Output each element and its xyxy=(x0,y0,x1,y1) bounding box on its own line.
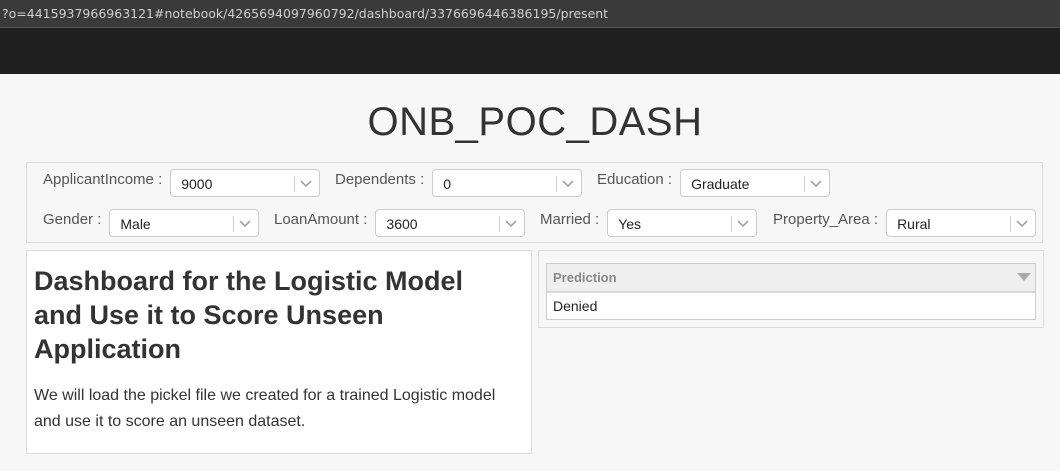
widget-married: Married : Yes xyxy=(540,209,758,237)
chevron-down-icon[interactable] xyxy=(300,178,312,188)
select-separator xyxy=(499,216,501,232)
widget-gender: Gender : Male xyxy=(43,209,260,237)
select-separator xyxy=(233,216,235,232)
markdown-panel: Dashboard for the Logistic Model and Use… xyxy=(26,250,532,454)
widget-label: Education : xyxy=(597,170,673,188)
column-header-prediction[interactable]: Prediction xyxy=(547,264,1035,293)
browser-url-bar[interactable]: ?o=4415937966963121#notebook/42656940979… xyxy=(0,0,1060,28)
chevron-down-icon[interactable] xyxy=(1016,218,1028,228)
chevron-down-icon[interactable] xyxy=(562,178,574,188)
widget-property-area: Property_Area : Rural xyxy=(773,209,1037,237)
results-table: Prediction Denied xyxy=(546,263,1036,320)
select-separator xyxy=(556,176,558,192)
select-separator xyxy=(294,176,296,192)
select-separator xyxy=(1010,216,1012,232)
widget-dependents: Dependents : 0 xyxy=(335,169,583,197)
column-header-label: Prediction xyxy=(553,270,617,285)
widget-label: Gender : xyxy=(43,210,102,228)
top-toolbar xyxy=(0,28,1060,74)
table-cell: Denied xyxy=(553,298,598,314)
chevron-down-icon[interactable] xyxy=(737,218,749,228)
select-value: Rural xyxy=(897,216,931,232)
widget-applicant-income: ApplicantIncome : 9000 xyxy=(43,169,321,197)
married-select[interactable]: Yes xyxy=(607,209,758,237)
select-value: Male xyxy=(120,216,151,232)
widget-label: Dependents : xyxy=(335,170,425,188)
select-value: 9000 xyxy=(181,176,213,192)
chevron-down-icon[interactable] xyxy=(810,178,822,188)
widget-label: Married : xyxy=(540,210,600,228)
widget-label: Property_Area : xyxy=(773,210,879,228)
chevron-down-icon[interactable] xyxy=(505,218,517,228)
gender-select[interactable]: Male xyxy=(109,209,260,237)
select-value: Yes xyxy=(618,216,642,232)
select-separator xyxy=(804,176,806,192)
dashboard-title: ONB_POC_DASH xyxy=(367,100,703,144)
widget-label: LoanAmount : xyxy=(274,210,368,228)
results-panel: Prediction Denied xyxy=(538,250,1044,328)
select-value: 0 xyxy=(443,176,452,192)
markdown-body: We will load the pickel file we created … xyxy=(34,387,496,430)
select-value: Graduate xyxy=(691,176,750,192)
markdown-heading: Dashboard for the Logistic Model and Use… xyxy=(34,266,464,364)
education-select[interactable]: Graduate xyxy=(680,169,831,197)
widget-panel: ApplicantIncome : 9000 Dependents : 0 Ed… xyxy=(26,162,1043,243)
select-value: 3600 xyxy=(386,216,418,232)
widget-label: ApplicantIncome : xyxy=(43,170,163,188)
loan-amount-select[interactable]: 3600 xyxy=(375,209,526,237)
url-text: ?o=4415937966963121#notebook/42656940979… xyxy=(2,6,609,21)
sort-caret-icon[interactable] xyxy=(1017,273,1031,281)
chevron-down-icon[interactable] xyxy=(239,218,251,228)
table-row: Denied xyxy=(547,293,1035,319)
select-separator xyxy=(731,216,733,232)
widget-education: Education : Graduate xyxy=(597,169,831,197)
property-area-select[interactable]: Rural xyxy=(886,209,1037,237)
dependents-select[interactable]: 0 xyxy=(432,169,583,197)
widget-loan-amount: LoanAmount : 3600 xyxy=(274,209,526,237)
applicant-income-select[interactable]: 9000 xyxy=(170,169,321,197)
